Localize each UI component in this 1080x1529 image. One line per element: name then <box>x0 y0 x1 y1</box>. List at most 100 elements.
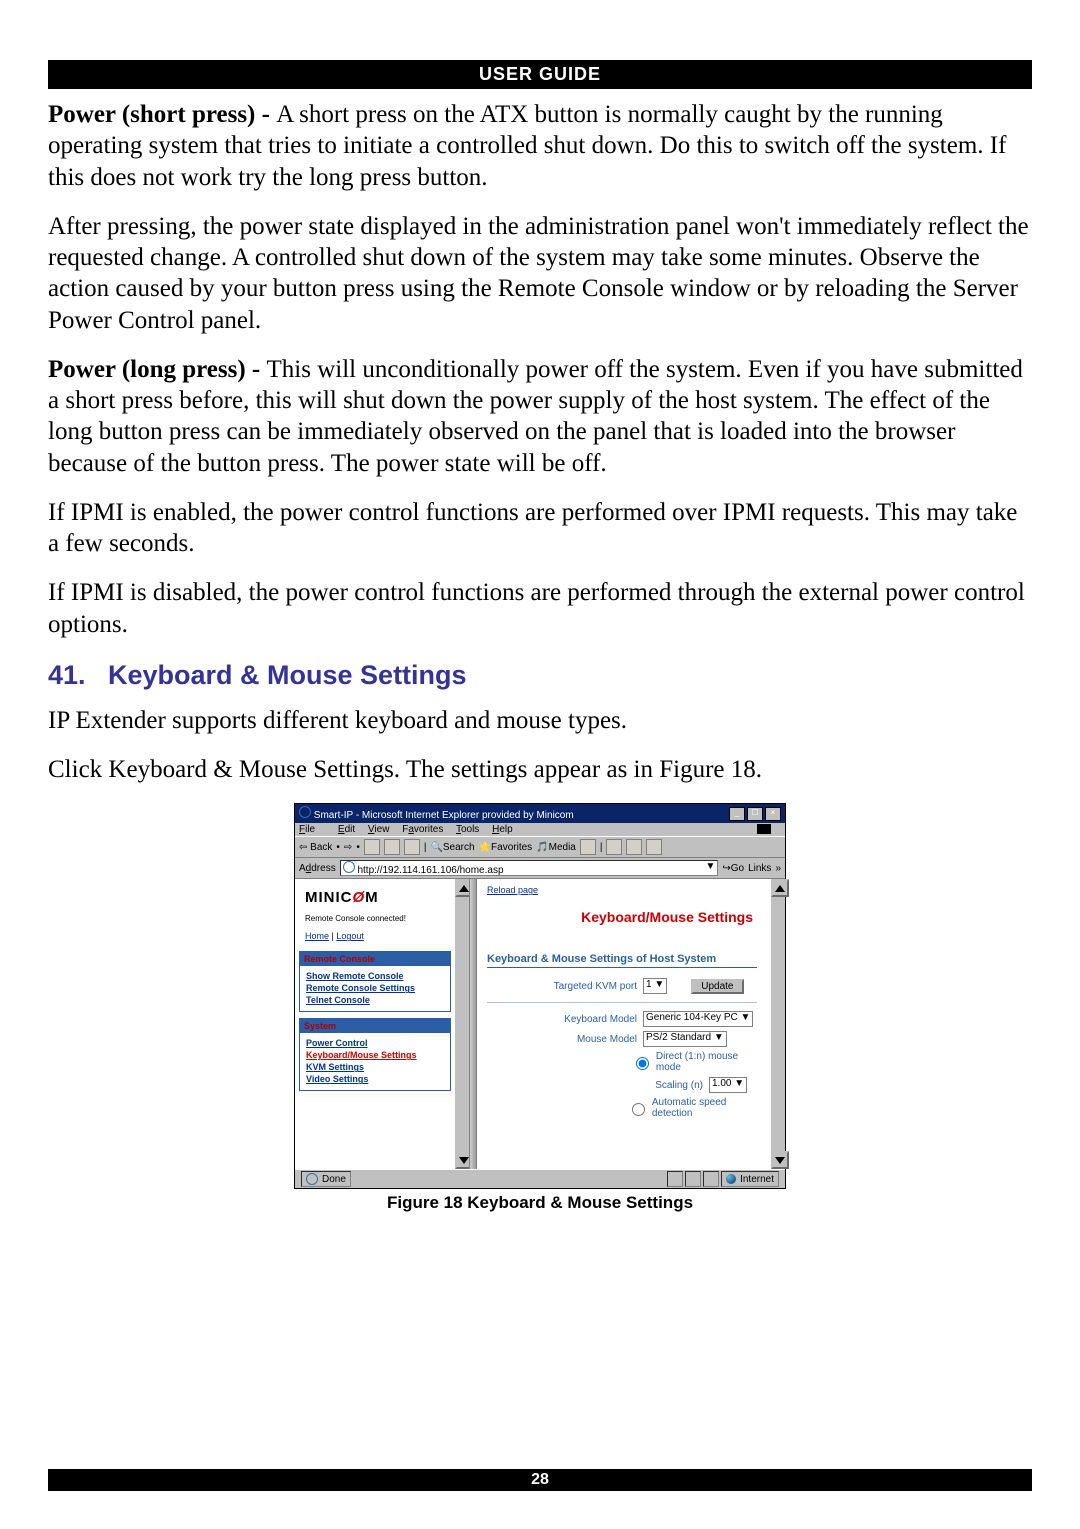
select-mouse-model[interactable]: PS/2 Standard ▼ <box>643 1031 727 1047</box>
radio-direct-mode[interactable] <box>636 1057 649 1070</box>
status-seg-2 <box>685 1171 701 1187</box>
go-button[interactable]: ↪Go <box>722 863 744 874</box>
lbl-auto-speed: Automatic speed detection <box>652 1097 757 1119</box>
search-button[interactable]: 🔍Search <box>430 842 474 853</box>
lbl-targeted-kvm: Targeted KVM port <box>487 981 643 992</box>
status-seg-1 <box>667 1171 683 1187</box>
menu-view[interactable]: View <box>368 824 390 835</box>
panel-heading-red: Keyboard/Mouse Settings <box>487 909 753 925</box>
main-scrollbar[interactable] <box>771 879 785 1169</box>
link-kvm-settings[interactable]: KVM Settings <box>306 1062 444 1072</box>
row-scaling: Scaling (n) 1.00 ▼ <box>487 1077 757 1093</box>
select-keyboard-model[interactable]: Generic 104-Key PC ▼ <box>643 1011 753 1027</box>
status-done: Done <box>301 1171 351 1187</box>
menu-file[interactable]: File <box>299 824 325 835</box>
link-remote-console-settings[interactable]: Remote Console Settings <box>306 983 444 993</box>
home-link[interactable]: Home <box>305 931 329 941</box>
minicom-logo: MINICØM <box>305 889 451 906</box>
window-titlebar: Smart-IP - Microsoft Internet Explorer p… <box>295 804 785 823</box>
minimize-button[interactable]: _ <box>729 807 745 821</box>
menu-edit[interactable]: Edit <box>338 824 355 835</box>
update-button[interactable]: Update <box>691 979 743 994</box>
link-show-remote-console[interactable]: Show Remote Console <box>306 971 444 981</box>
radio-auto-speed[interactable] <box>632 1103 645 1116</box>
logout-link[interactable]: Logout <box>336 931 364 941</box>
stop-icon[interactable] <box>364 839 380 855</box>
main-panel: Reload page Keyboard/Mouse Settings Keyb… <box>477 879 771 1169</box>
status-zone: Internet <box>721 1171 779 1187</box>
sidebox-remote-console: Remote Console Show Remote Console Remot… <box>299 951 451 1012</box>
panel-subheading: Keyboard & Mouse Settings of Host System <box>487 953 757 968</box>
header-bar: USER GUIDE <box>48 60 1032 89</box>
lbl-scaling: Scaling (n) <box>643 1080 709 1091</box>
row-direct-mode: Direct (1:n) mouse mode <box>487 1051 757 1073</box>
row-keyboard-model: Keyboard Model Generic 104-Key PC ▼ <box>487 1011 757 1027</box>
sidebox-head-remote: Remote Console <box>300 952 450 966</box>
menu-tools[interactable]: Tools <box>456 824 479 835</box>
select-scaling[interactable]: 1.00 ▼ <box>709 1077 747 1093</box>
globe-icon <box>726 1174 736 1184</box>
lbl-mouse-model: Mouse Model <box>487 1034 643 1045</box>
sidebar: MINICØM Remote Console connected! Home |… <box>295 879 455 1169</box>
back-button[interactable]: ⇦ Back <box>299 842 332 853</box>
menu-favorites[interactable]: Favorites <box>402 824 443 835</box>
maximize-button[interactable]: ☐ <box>747 807 763 821</box>
section-number: 41. <box>48 660 108 691</box>
statusbar: Done Internet <box>295 1169 785 1188</box>
page-icon <box>343 861 355 873</box>
footer-bar: 28 <box>48 1469 1032 1491</box>
link-telnet-console[interactable]: Telnet Console <box>306 995 444 1005</box>
favorites-button[interactable]: ⭐Favorites <box>479 842 533 853</box>
row-auto-speed: Automatic speed detection <box>487 1097 757 1119</box>
select-targeted-kvm[interactable]: 1 ▼ <box>643 978 667 994</box>
sidebox-head-system: System <box>300 1019 450 1033</box>
connection-status: Remote Console connected! <box>305 914 451 923</box>
close-button[interactable]: × <box>765 807 781 821</box>
ie-icon <box>299 806 311 818</box>
link-keyboard-mouse-settings[interactable]: Keyboard/Mouse Settings <box>306 1050 444 1060</box>
address-input[interactable]: http://192.114.161.106/home.asp ▼ <box>340 860 719 876</box>
lbl-direct-mode: Direct (1:n) mouse mode <box>656 1051 757 1073</box>
mail-icon[interactable] <box>606 839 622 855</box>
status-right: Internet <box>667 1171 779 1187</box>
page-number: 28 <box>531 1471 549 1488</box>
figure-caption: Figure 18 Keyboard & Mouse Settings <box>48 1193 1032 1213</box>
address-value: http://192.114.161.106/home.asp <box>357 865 503 876</box>
para-long-press: Power (long press) - This will unconditi… <box>48 354 1032 479</box>
window-title: Smart-IP - Microsoft Internet Explorer p… <box>314 810 574 821</box>
refresh-icon[interactable] <box>384 839 400 855</box>
links-label[interactable]: Links <box>748 863 771 874</box>
sidebar-scrollbar[interactable] <box>455 879 469 1169</box>
forward-button[interactable]: ⇨ <box>344 842 352 853</box>
home-logout-row: Home | Logout <box>305 931 451 941</box>
para-ipmi-disabled: If IPMI is disabled, the power control f… <box>48 577 1032 640</box>
para-intro: IP Extender supports different keyboard … <box>48 705 1032 736</box>
lbl-keyboard-model: Keyboard Model <box>487 1014 643 1025</box>
para-after-pressing: After pressing, the power state displaye… <box>48 211 1032 336</box>
status-page-icon <box>306 1173 318 1185</box>
reload-page-link[interactable]: Reload page <box>487 885 538 895</box>
link-power-control[interactable]: Power Control <box>306 1038 444 1048</box>
main-scroll-up-icon[interactable] <box>771 879 789 897</box>
lead-short-press: Power (short press) - <box>48 101 276 128</box>
edit-icon[interactable] <box>646 839 662 855</box>
section-title: Keyboard & Mouse Settings <box>108 660 467 690</box>
row-targeted-kvm: Targeted KVM port 1 ▼ Update <box>487 978 757 994</box>
status-seg-3 <box>703 1171 719 1187</box>
lead-long-press: Power (long press) - <box>48 356 267 383</box>
menu-help[interactable]: Help <box>492 824 513 835</box>
address-label: Address <box>299 863 336 874</box>
menubar: File Edit View Favorites Tools Help <box>295 823 785 836</box>
figure-screenshot: Smart-IP - Microsoft Internet Explorer p… <box>294 803 786 1189</box>
para-click-settings: Click Keyboard & Mouse Settings. The set… <box>48 754 1032 785</box>
header-label: USER GUIDE <box>479 64 601 84</box>
link-video-settings[interactable]: Video Settings <box>306 1074 444 1084</box>
para-short-press: Power (short press) - A short press on t… <box>48 99 1032 193</box>
media-button[interactable]: 🎵Media <box>536 842 576 853</box>
home-icon[interactable] <box>404 839 420 855</box>
history-icon[interactable] <box>580 839 596 855</box>
sidebox-system: System Power Control Keyboard/Mouse Sett… <box>299 1018 451 1091</box>
main-scroll-down-icon[interactable] <box>771 1151 789 1169</box>
print-icon[interactable] <box>626 839 642 855</box>
splitter[interactable] <box>469 879 477 1169</box>
